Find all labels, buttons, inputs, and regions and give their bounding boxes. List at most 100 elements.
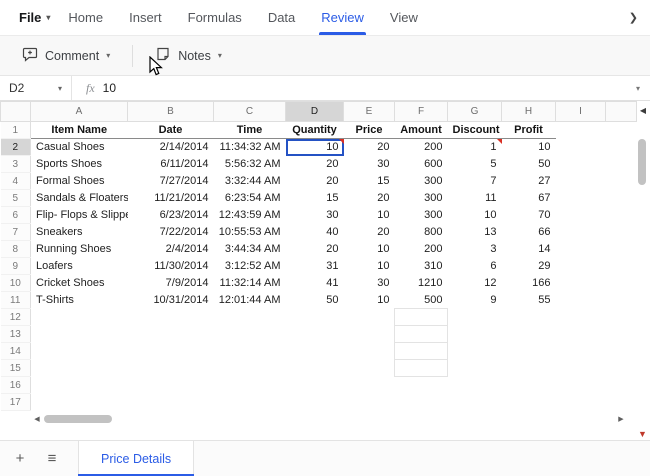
cell-I8[interactable] [556,241,606,258]
cell-G14[interactable] [448,343,502,360]
cell-F6[interactable]: 300 [395,207,448,224]
row-header-12[interactable]: 12 [0,308,31,326]
cell-I14[interactable] [556,343,606,360]
cell-F5[interactable]: 300 [395,190,448,207]
cell-I13[interactable] [556,326,606,343]
cell-I1[interactable] [556,122,606,139]
formula-input[interactable]: 10 [103,81,626,95]
cell-E16[interactable] [344,377,395,394]
cell-D5[interactable]: 15 [286,190,344,207]
cell-G4[interactable]: 7 [448,173,502,190]
cell-A8[interactable]: Running Shoes [31,241,128,258]
cell-B15[interactable] [128,360,214,377]
cell-B5[interactable]: 11/21/2014 [128,190,214,207]
cell-C4[interactable]: 3:32:44 AM [214,173,286,190]
cell-H8[interactable]: 14 [502,241,556,258]
cell-F11[interactable]: 500 [395,292,448,309]
cell-H13[interactable] [502,326,556,343]
cell-H3[interactable]: 50 [502,156,556,173]
cell-H4[interactable]: 27 [502,173,556,190]
row-header-14[interactable]: 14 [0,342,31,360]
column-header-E[interactable]: E [343,101,395,122]
cell-E10[interactable]: 30 [344,275,395,292]
menu-item-view[interactable]: View [377,0,431,35]
cell-B11[interactable]: 10/31/2014 [128,292,214,309]
cell-extra-8[interactable] [606,241,637,258]
menu-item-formulas[interactable]: Formulas [175,0,255,35]
cell-A11[interactable]: T-Shirts [31,292,128,309]
column-scroll-back-icon[interactable]: ◀ [640,106,646,115]
cell-I11[interactable] [556,292,606,309]
cell-extra-5[interactable] [606,190,637,207]
cell-extra-4[interactable] [606,173,637,190]
cell-C2[interactable]: 11:34:32 AM [214,139,286,156]
cell-E4[interactable]: 15 [344,173,395,190]
cell-I9[interactable] [556,258,606,275]
column-header-H[interactable]: H [501,101,556,122]
cell-H17[interactable] [502,394,556,411]
cell-E9[interactable]: 10 [344,258,395,275]
cell-C11[interactable]: 12:01:44 AM [214,292,286,309]
row-header-2[interactable]: 2 [0,138,31,156]
cell-E5[interactable]: 20 [344,190,395,207]
cell-A12[interactable] [31,309,128,326]
cell-C1[interactable]: Time [213,121,286,139]
cell-A15[interactable] [31,360,128,377]
cell-E2[interactable]: 20 [344,139,395,156]
cell-C16[interactable] [214,377,286,394]
cell-H2[interactable]: 10 [502,139,556,156]
cell-C3[interactable]: 5:56:32 AM [214,156,286,173]
cell-D6[interactable]: 30 [286,207,344,224]
cell-I17[interactable] [556,394,606,411]
cell-E12[interactable] [344,309,395,326]
cell-H11[interactable]: 55 [502,292,556,309]
cell-I3[interactable] [556,156,606,173]
cell-E13[interactable] [344,326,395,343]
column-header-G[interactable]: G [447,101,502,122]
cell-D8[interactable]: 20 [286,241,344,258]
cell-E14[interactable] [344,343,395,360]
cell-G11[interactable]: 9 [448,292,502,309]
cell-H5[interactable]: 67 [502,190,556,207]
row-header-13[interactable]: 13 [0,325,31,343]
cell-B1[interactable]: Date [127,121,214,139]
cell-G10[interactable]: 12 [448,275,502,292]
cell-D16[interactable] [286,377,344,394]
cell-extra-12[interactable] [606,309,637,326]
cell-G16[interactable] [448,377,502,394]
cell-A7[interactable]: Sneakers [31,224,128,241]
menu-item-home[interactable]: Home [55,0,116,35]
row-header-6[interactable]: 6 [0,206,31,224]
row-header-17[interactable]: 17 [0,393,31,411]
cell-F7[interactable]: 800 [395,224,448,241]
cell-F2[interactable]: 200 [395,139,448,156]
cell-F8[interactable]: 200 [395,241,448,258]
cell-E6[interactable]: 10 [344,207,395,224]
vertical-scroll-thumb[interactable] [638,139,646,185]
menu-item-file[interactable]: File ▾ [6,0,55,35]
cell-I12[interactable] [556,309,606,326]
column-header-F[interactable]: F [394,101,448,122]
menu-item-insert[interactable]: Insert [116,0,175,35]
cell-D9[interactable]: 31 [286,258,344,275]
row-header-11[interactable]: 11 [0,291,31,309]
cell-I6[interactable] [556,207,606,224]
cell-B10[interactable]: 7/9/2014 [128,275,214,292]
cell-E17[interactable] [344,394,395,411]
row-header-4[interactable]: 4 [0,172,31,190]
cell-A4[interactable]: Formal Shoes [31,173,128,190]
cell-D2[interactable]: 10 [286,138,344,156]
cell-G5[interactable]: 11 [448,190,502,207]
cell-G9[interactable]: 6 [448,258,502,275]
cell-H9[interactable]: 29 [502,258,556,275]
cell-A3[interactable]: Sports Shoes [31,156,128,173]
cell-F14[interactable] [394,342,448,360]
column-header-B[interactable]: B [127,101,214,122]
cell-extra-16[interactable] [606,377,637,394]
cell-extra-9[interactable] [606,258,637,275]
cell-G15[interactable] [448,360,502,377]
row-header-16[interactable]: 16 [0,376,31,394]
cell-B13[interactable] [128,326,214,343]
cell-F9[interactable]: 310 [395,258,448,275]
row-header-1[interactable]: 1 [0,121,31,139]
